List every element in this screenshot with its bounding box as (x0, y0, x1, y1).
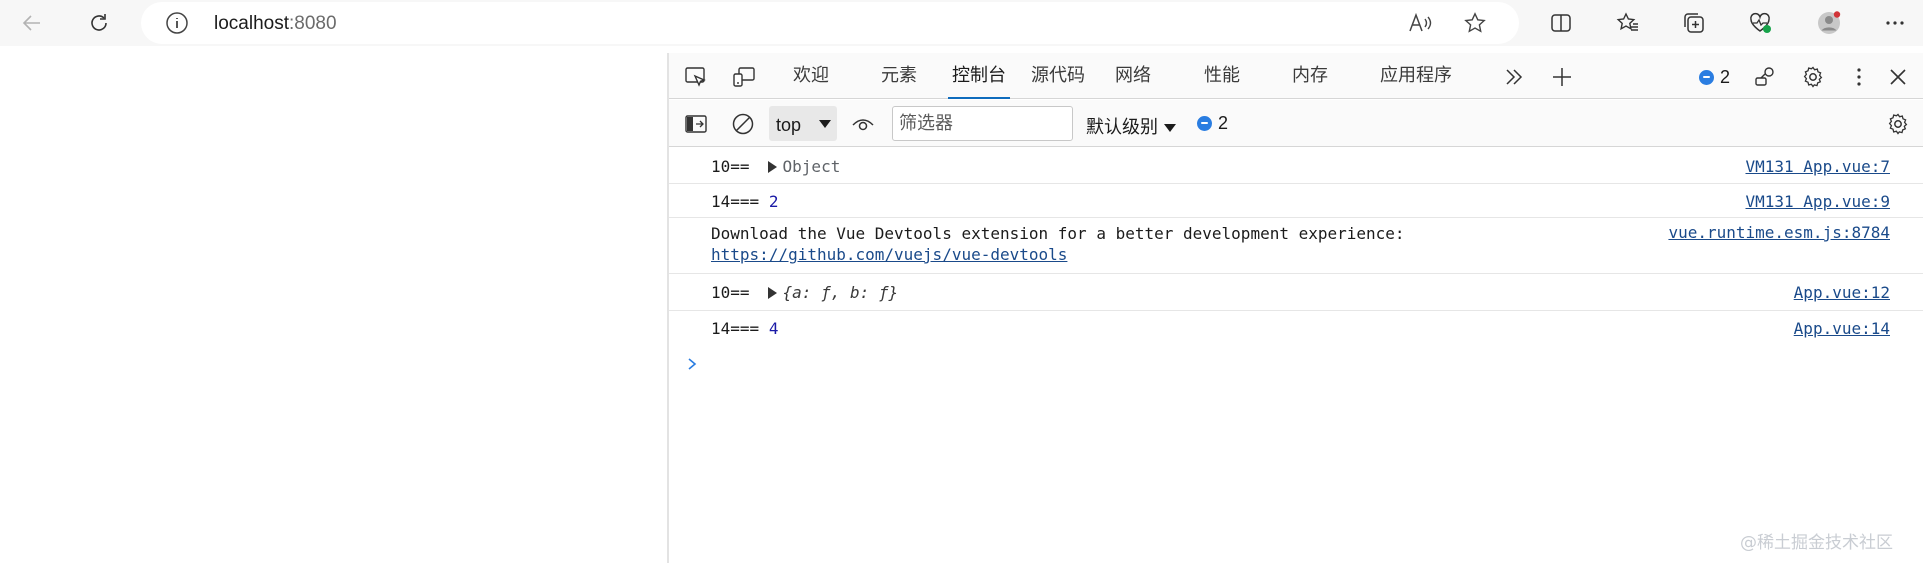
tab-memory[interactable]: 内存 (1292, 63, 1328, 99)
filter-input[interactable] (892, 106, 1073, 141)
watermark: @稀土掘金技术社区 (1740, 533, 1893, 553)
devtools-link[interactable]: https://github.com/vuejs/vue-devtools (711, 245, 1067, 264)
tab-elements[interactable]: 元素 (881, 63, 917, 99)
log-prefix: 10== (711, 157, 750, 176)
address-bar[interactable]: localhost:8080 (141, 2, 1519, 44)
live-expression-eye-icon[interactable] (850, 111, 876, 137)
context-value: top (776, 115, 802, 135)
console-message: 10== Object VM131 App.vue:7 (669, 148, 1923, 184)
collections-icon[interactable] (1676, 5, 1712, 41)
close-devtools-icon[interactable] (1885, 64, 1911, 90)
log-prefix: 14=== (711, 192, 760, 211)
console-message-text: 14=== 4 (711, 319, 778, 338)
url-port: :8080 (289, 13, 337, 34)
issues-count: 2 (1720, 67, 1731, 87)
profile-icon[interactable] (1811, 5, 1847, 41)
tab-performance[interactable]: 性能 (1204, 63, 1240, 99)
tab-application[interactable]: 应用程序 (1380, 63, 1452, 99)
read-aloud-icon[interactable] (1408, 11, 1434, 35)
browser-essentials-icon[interactable] (1742, 5, 1778, 41)
console-message: 14=== 4 App.vue:14 (669, 311, 1923, 345)
tab-sources[interactable]: 源代码 (1031, 63, 1085, 99)
source-link[interactable]: vue.runtime.esm.js:8784 (1668, 223, 1890, 242)
devtools-panel: 欢迎 元素 控制台 源代码 网络 性能 内存 应用程序 2 top 筛选器 默认… (669, 53, 1923, 563)
source-link[interactable]: App.vue:12 (1794, 283, 1890, 302)
favorites-icon[interactable] (1610, 5, 1646, 41)
log-levels-dropdown[interactable]: 默认级别 (1086, 113, 1176, 139)
message-bubble-icon (1699, 70, 1714, 85)
more-icon[interactable] (1877, 5, 1913, 41)
source-link[interactable]: VM131 App.vue:7 (1746, 157, 1891, 176)
tab-console[interactable]: 控制台 (948, 63, 1010, 99)
messages-badge[interactable]: 2 (1197, 113, 1228, 134)
split-screen-icon[interactable] (1543, 5, 1579, 41)
log-prefix: 14=== (711, 319, 760, 338)
address-url[interactable]: localhost:8080 (214, 13, 337, 35)
refresh-icon[interactable] (81, 5, 117, 41)
message-bubble-icon (1197, 116, 1212, 131)
expand-triangle-icon[interactable] (767, 287, 777, 299)
page-viewport (0, 53, 667, 563)
device-emulation-icon[interactable] (731, 64, 757, 90)
log-prefix: 10== (711, 283, 750, 302)
console-message: 14=== 2 VM131 App.vue:9 (669, 184, 1923, 218)
expand-triangle-icon[interactable] (767, 161, 777, 173)
dropdown-caret-icon (1164, 124, 1176, 133)
source-link[interactable]: VM131 App.vue:9 (1746, 192, 1891, 211)
console-filter-bar: top 默认级别 2 (669, 100, 1923, 147)
console-message-text: Download the Vue Devtools extension for … (711, 223, 1405, 265)
context-selector[interactable]: top (769, 106, 837, 141)
issues-badge[interactable]: 2 (1699, 67, 1730, 88)
console-settings-gear-icon[interactable] (1885, 111, 1911, 137)
site-info-icon[interactable] (165, 11, 189, 35)
console-prompt-chevron-icon[interactable] (685, 357, 699, 371)
tab-network[interactable]: 网络 (1115, 63, 1151, 99)
add-tab-plus-icon[interactable] (1549, 64, 1575, 90)
sidebar-toggle-icon[interactable] (683, 111, 709, 137)
log-levels-label: 默认级别 (1086, 117, 1158, 137)
source-link[interactable]: App.vue:14 (1794, 319, 1890, 338)
tab-welcome[interactable]: 欢迎 (793, 63, 829, 99)
console-message: 10== {a: ƒ, b: ƒ} App.vue:12 (669, 274, 1923, 311)
log-number: 4 (768, 319, 779, 338)
console-message: Download the Vue Devtools extension for … (669, 218, 1923, 274)
browser-toolbar: localhost:8080 (0, 0, 1923, 46)
customize-menu-icon[interactable] (1846, 64, 1872, 90)
devtools-tab-bar: 欢迎 元素 控制台 源代码 网络 性能 内存 应用程序 2 (669, 53, 1923, 99)
console-output: 10== Object VM131 App.vue:7 14=== 2 VM131… (669, 148, 1923, 563)
back-arrow-icon[interactable] (14, 5, 50, 41)
more-tabs-chevron-icon[interactable] (1501, 64, 1527, 90)
dropdown-caret-icon (819, 120, 831, 128)
console-message-text: 14=== 2 (711, 192, 778, 211)
settings-gear-icon[interactable] (1800, 64, 1826, 90)
url-host: localhost (214, 13, 289, 34)
connected-devices-icon[interactable] (1752, 64, 1778, 90)
favorite-star-icon[interactable] (1463, 11, 1487, 35)
log-object[interactable]: Object (783, 157, 841, 176)
console-message-text: 10== {a: ƒ, b: ƒ} (711, 283, 898, 302)
messages-count: 2 (1218, 113, 1229, 133)
log-number: 2 (768, 192, 779, 211)
console-message-text: 10== Object (711, 157, 840, 176)
clear-console-icon[interactable] (730, 111, 756, 137)
log-object[interactable]: {a: ƒ, b: ƒ} (783, 283, 899, 302)
log-text: Download the Vue Devtools extension for … (711, 224, 1405, 243)
inspect-element-icon[interactable] (683, 64, 709, 90)
